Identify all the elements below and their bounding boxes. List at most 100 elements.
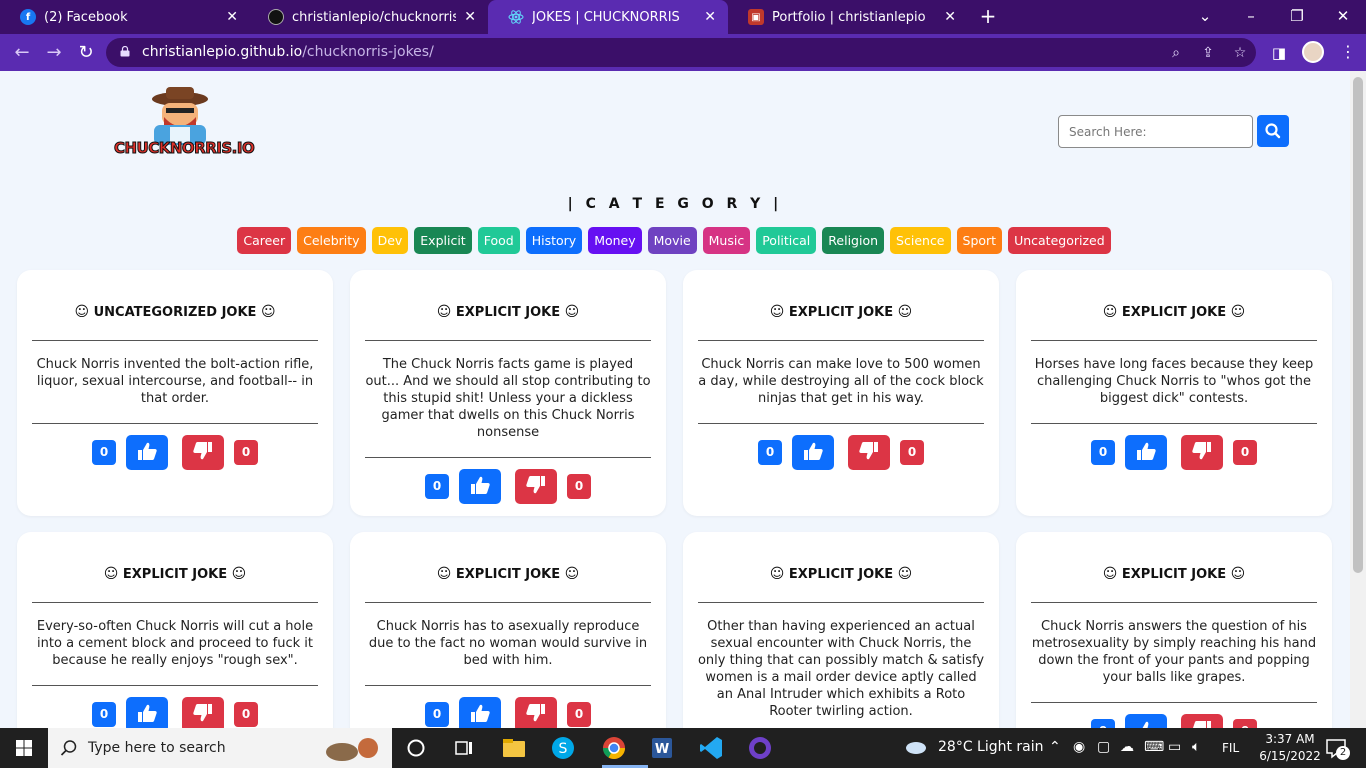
weather-text[interactable]: 28°C Light rain	[938, 739, 1044, 755]
tab-portfolio[interactable]: ▣ Portfolio | christianlepio ✕	[728, 0, 968, 34]
profile-avatar[interactable]	[1302, 41, 1324, 63]
close-window-button[interactable]: ✕	[1320, 0, 1366, 34]
joke-title-text: EXPLICIT JOKE	[1121, 305, 1227, 320]
cortana-icon[interactable]	[402, 734, 430, 762]
category-religion-button[interactable]: Religion	[822, 227, 885, 254]
dislike-button[interactable]	[1181, 714, 1223, 728]
bookmark-star-icon[interactable]: ☆	[1230, 43, 1250, 63]
category-money-button[interactable]: Money	[588, 227, 642, 254]
word-icon[interactable]: W	[648, 734, 676, 762]
category-celebrity-button[interactable]: Celebrity	[297, 227, 366, 254]
dislike-button[interactable]	[515, 469, 557, 504]
side-panel-icon[interactable]: ◨	[1267, 41, 1291, 65]
laugh-emoji-icon: ☺	[564, 566, 580, 582]
task-view-icon[interactable]	[450, 734, 478, 762]
record-icon[interactable]: ◉	[1073, 739, 1085, 755]
chrome-icon[interactable]	[600, 734, 628, 762]
taskbar-search-box[interactable]: Type here to search	[48, 728, 392, 768]
dislike-button[interactable]	[1181, 435, 1223, 470]
vote-controls: 00	[350, 469, 666, 504]
scrollbar-thumb[interactable]	[1353, 77, 1363, 573]
joke-card-title: ☺ EXPLICIT JOKE ☺	[683, 566, 999, 582]
category-science-button[interactable]: Science	[890, 227, 951, 254]
clock[interactable]: 3:37 AM 6/15/2022	[1258, 731, 1322, 765]
zoom-icon[interactable]: ⌕	[1166, 43, 1186, 63]
like-button[interactable]	[1125, 435, 1167, 470]
category-political-button[interactable]: Political	[756, 227, 817, 254]
category-career-button[interactable]: Career	[237, 227, 292, 254]
ime-icon[interactable]: ⌨	[1144, 739, 1164, 755]
language-indicator[interactable]: FIL	[1222, 741, 1239, 755]
laugh-emoji-icon: ☺	[769, 304, 785, 320]
like-button[interactable]	[459, 469, 501, 504]
like-button[interactable]	[459, 697, 501, 728]
site-logo[interactable]: CHUCKNORRIS.IO	[114, 83, 255, 165]
category-food-button[interactable]: Food	[477, 227, 520, 254]
maximize-button[interactable]: ❐	[1274, 0, 1320, 34]
network-icon[interactable]: ▭	[1168, 739, 1181, 755]
svg-text:W: W	[655, 742, 669, 757]
divider	[365, 457, 651, 458]
joke-card-title: ☺ UNCATEGORIZED JOKE ☺	[17, 304, 333, 320]
address-bar[interactable]: christianlepio.github.io/chucknorris-jok…	[106, 38, 1256, 67]
dislike-count: 0	[234, 702, 258, 727]
laugh-emoji-icon: ☺	[897, 566, 913, 582]
onedrive-icon[interactable]: ☁	[1120, 739, 1134, 755]
volume-icon[interactable]: 🔈︎	[1192, 739, 1200, 755]
back-button[interactable]: ←	[9, 40, 35, 66]
like-button[interactable]	[126, 697, 168, 728]
skype-icon[interactable]: S	[549, 734, 577, 762]
divider	[698, 340, 984, 341]
divider	[32, 340, 318, 341]
windows-start-icon[interactable]	[10, 734, 38, 762]
search-input[interactable]	[1058, 115, 1253, 148]
divider	[698, 423, 984, 424]
tab-github[interactable]: christianlepio/chucknorris-jokes: ✕	[248, 0, 488, 34]
close-icon[interactable]: ✕	[464, 9, 476, 25]
page-scrollbar[interactable]	[1350, 71, 1366, 728]
category-history-button[interactable]: History	[525, 227, 583, 254]
dislike-button[interactable]	[515, 697, 557, 728]
search-button[interactable]	[1257, 115, 1289, 147]
device-icon[interactable]: ▢	[1097, 739, 1110, 755]
dislike-button[interactable]	[182, 435, 224, 470]
category-uncategorized-button[interactable]: Uncategorized	[1008, 227, 1111, 254]
category-explicit-button[interactable]: Explicit	[414, 227, 472, 254]
minimize-button[interactable]: –	[1228, 0, 1274, 34]
joke-text: Chuck Norris can make love to 500 women …	[698, 357, 984, 406]
dislike-button[interactable]	[182, 697, 224, 728]
page-content: CHUCKNORRIS.IO | C A T E G O R Y | Caree…	[0, 71, 1350, 728]
joke-card-title: ☺ EXPLICIT JOKE ☺	[350, 566, 666, 582]
tab-jokes[interactable]: JOKES | CHUCKNORRIS ✕	[488, 0, 728, 34]
search-icon	[1265, 123, 1281, 139]
chevron-up-icon[interactable]: ⌃	[1049, 739, 1061, 755]
category-movie-button[interactable]: Movie	[647, 227, 697, 254]
category-music-button[interactable]: Music	[702, 227, 751, 254]
like-button[interactable]	[126, 435, 168, 470]
laugh-emoji-icon: ☺	[1102, 304, 1118, 320]
close-icon[interactable]: ✕	[944, 9, 956, 25]
forward-button[interactable]: →	[41, 40, 67, 66]
thumbs-down-icon	[192, 703, 214, 727]
share-icon[interactable]: ⇪	[1198, 43, 1218, 63]
close-icon[interactable]: ✕	[226, 9, 238, 25]
thumbs-up-icon	[136, 703, 158, 727]
browser-menu-icon[interactable]: ⋮	[1338, 42, 1358, 62]
joke-text: Every-so-often Chuck Norris will cut a h…	[36, 619, 314, 668]
category-sport-button[interactable]: Sport	[956, 227, 1003, 254]
search-icon	[60, 740, 77, 756]
category-dev-button[interactable]: Dev	[371, 227, 409, 254]
vscode-icon[interactable]	[697, 734, 725, 762]
tab-facebook[interactable]: f (2) Facebook ✕	[0, 0, 250, 34]
browser-toolbar: ← → ↻ christianlepio.github.io/chucknorr…	[0, 34, 1366, 71]
like-button[interactable]	[1125, 714, 1167, 728]
github-desktop-icon[interactable]	[746, 734, 774, 762]
dislike-button[interactable]	[848, 435, 890, 470]
tab-search-dropdown-icon[interactable]: ⌄	[1182, 0, 1228, 34]
like-button[interactable]	[792, 435, 834, 470]
close-icon[interactable]: ✕	[704, 9, 716, 25]
file-explorer-icon[interactable]	[500, 734, 528, 762]
new-tab-button[interactable]: +	[976, 4, 1000, 28]
reload-button[interactable]: ↻	[73, 40, 99, 66]
url-path: /chucknorris-jokes/	[302, 44, 434, 60]
